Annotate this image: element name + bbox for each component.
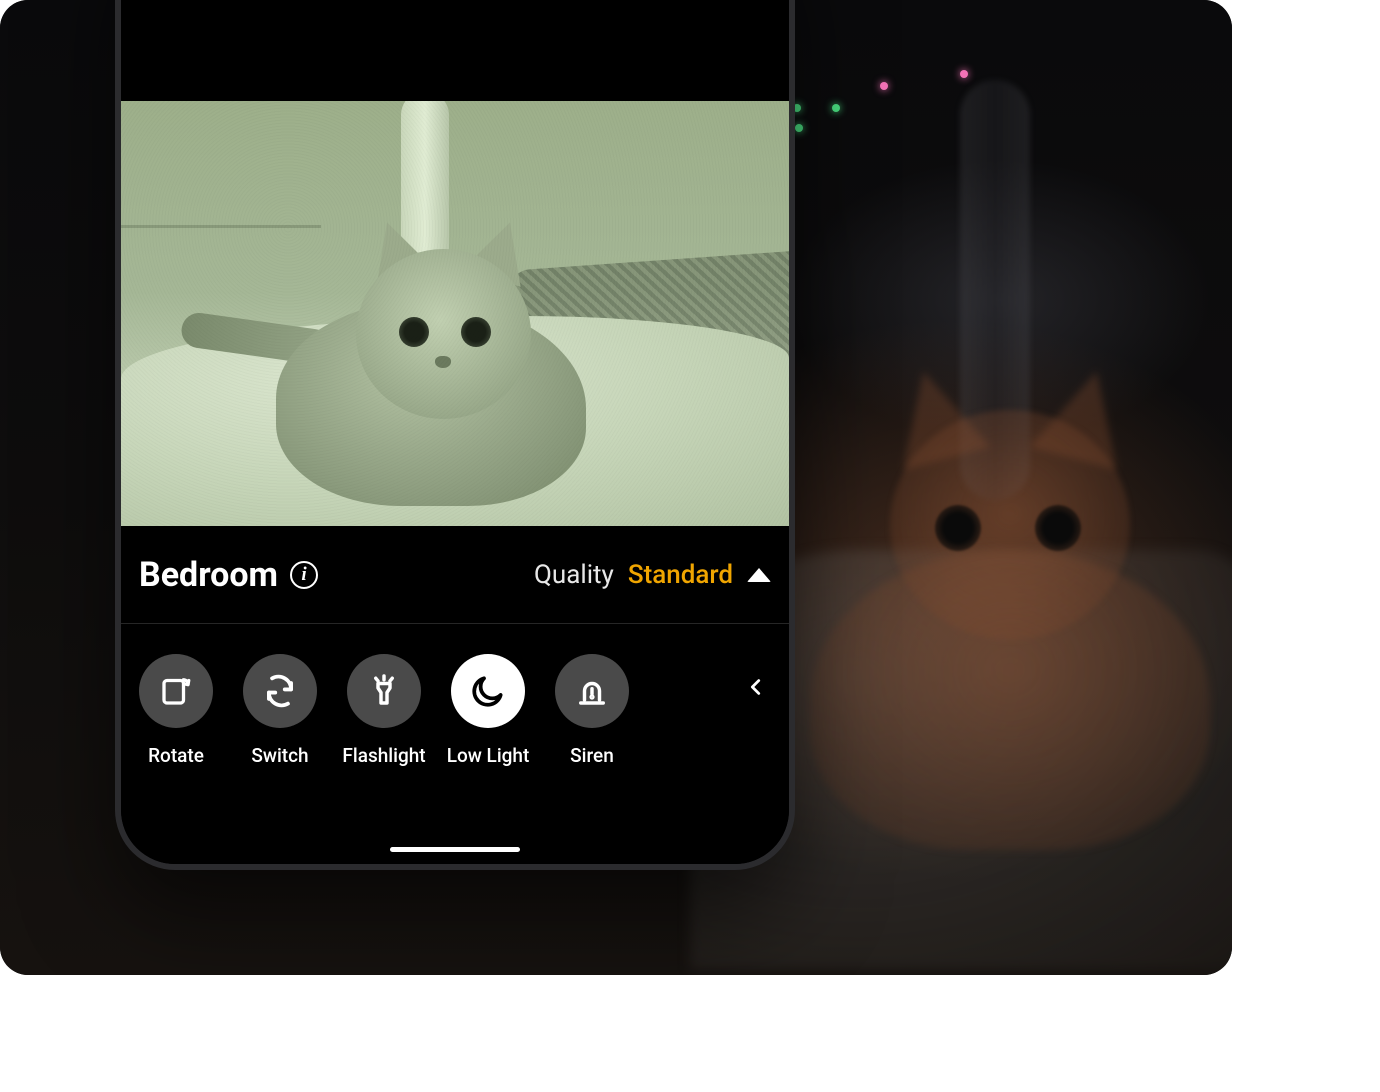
led-indicator — [832, 104, 840, 112]
moon-icon — [469, 672, 507, 710]
led-indicator — [880, 82, 888, 90]
flashlight-icon — [366, 673, 402, 709]
camera-toolbar: Rotate Switch — [121, 624, 789, 767]
home-indicator-container — [121, 847, 789, 864]
bg-cat-decoration — [780, 350, 1232, 850]
siren-icon — [574, 673, 610, 709]
led-indicator — [960, 70, 968, 78]
home-indicator[interactable] — [390, 847, 520, 852]
quality-value: Standard — [628, 560, 733, 590]
lowlight-label: Low Light — [447, 744, 530, 767]
caret-up-icon — [747, 568, 771, 582]
rotate-icon — [158, 673, 194, 709]
siren-label: Siren — [570, 744, 614, 767]
phone-screen: Bedroom i Quality Standard — [121, 0, 789, 864]
camera-title-group: Bedroom i — [139, 555, 318, 595]
flashlight-button[interactable]: Flashlight — [347, 654, 421, 767]
switch-icon — [261, 672, 299, 710]
switch-label: Switch — [251, 744, 308, 767]
rotate-button[interactable]: Rotate — [139, 654, 213, 767]
info-icon[interactable]: i — [290, 561, 318, 589]
camera-name: Bedroom — [139, 555, 278, 595]
flashlight-label: Flashlight — [342, 744, 425, 767]
camera-info-row: Bedroom i Quality Standard — [121, 526, 789, 624]
lowlight-button[interactable]: Low Light — [451, 654, 525, 767]
led-indicator — [795, 124, 803, 132]
phone-frame: Bedroom i Quality Standard — [115, 0, 795, 870]
switch-button[interactable]: Switch — [243, 654, 317, 767]
chevron-left-icon[interactable] — [745, 676, 767, 698]
quality-selector[interactable]: Quality Standard — [534, 560, 771, 590]
rotate-label: Rotate — [148, 744, 204, 767]
siren-button[interactable]: Siren — [555, 654, 629, 767]
app-canvas: Bedroom i Quality Standard — [0, 0, 1232, 975]
camera-feed[interactable] — [121, 101, 789, 526]
quality-label: Quality — [534, 560, 614, 590]
